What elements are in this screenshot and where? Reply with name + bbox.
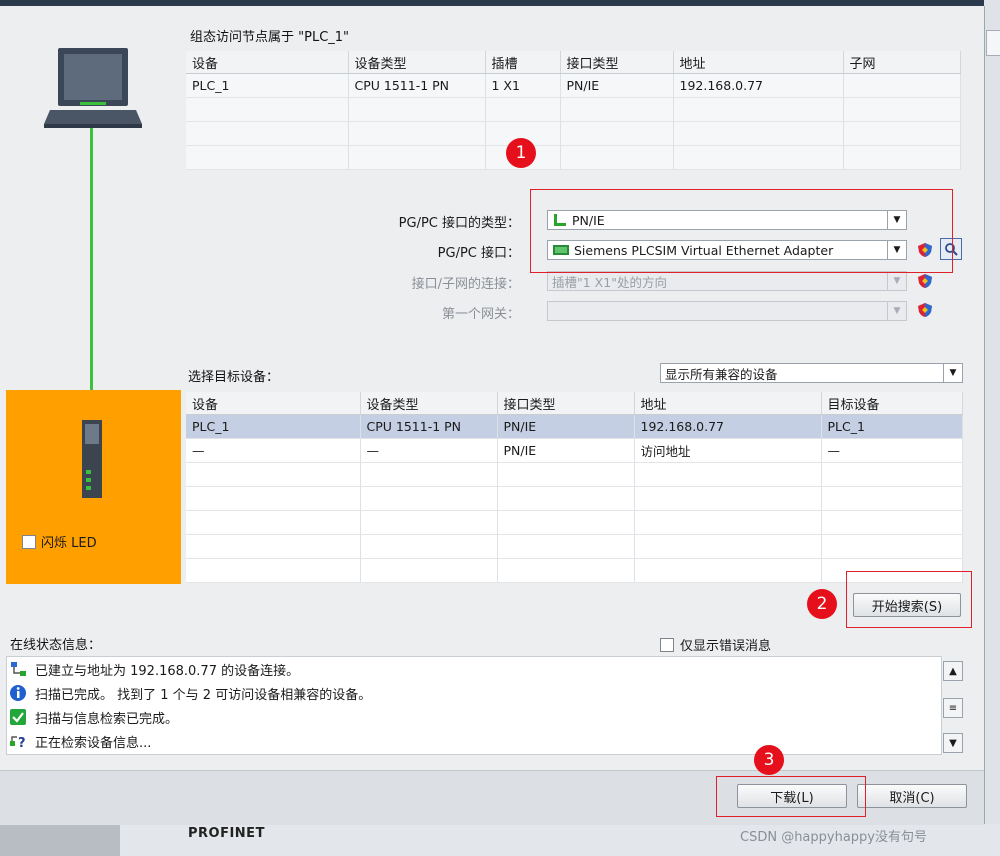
table-row-empty [186,462,963,487]
flash-led-label: 闪烁 LED [41,536,97,551]
list-item: 已建立与地址为 192.168.0.77 的设备连接。 [7,657,941,681]
background-profinet-label: PROFINET [188,826,265,841]
table-cell: CPU 1511-1 PN [348,73,486,98]
security-shield-icon[interactable] [917,302,933,318]
table-cell: — [821,438,963,463]
configured-access-title: 组态访问节点属于 "PLC_1" [190,30,350,45]
column-header: 地址 [634,392,822,415]
scroll-thumb-icon[interactable]: ≡ [943,698,963,718]
check-success-icon [10,709,26,725]
table-cell: — [186,438,361,463]
table-row-selected[interactable]: PLC_1 CPU 1511-1 PN PN/IE 192.168.0.77 P… [186,414,963,439]
device-filter-select[interactable]: 显示所有兼容的设备 ▼ [660,363,963,383]
configured-access-table: 设备 设备类型 插槽 接口类型 地址 子网 PLC_1 CPU 1511-1 P… [186,51,961,170]
plc-device-icon [82,420,102,498]
pc-computer-icon [44,48,142,128]
interface-type-label: PG/PC 接口的类型： [398,216,520,231]
table-cell: PN/IE [560,73,674,98]
background-tab [986,30,1000,56]
list-item: 扫描与信息检索已完成。 [7,705,941,729]
table-row-empty [186,145,961,170]
table-cell: CPU 1511-1 PN [360,414,498,439]
status-message-list: 已建立与地址为 192.168.0.77 的设备连接。 扫描已完成。 找到了 1… [6,656,942,755]
table-cell [843,73,961,98]
column-header: 接口类型 [560,51,674,74]
step-badge-3: 3 [754,745,784,775]
target-device-title: 选择目标设备： [188,370,280,385]
column-header: 设备类型 [348,51,486,74]
network-link-line [90,128,93,428]
status-message: 扫描与信息检索已完成。 [35,711,179,727]
column-header: 子网 [843,51,961,74]
gateway-select[interactable]: ▼ [547,301,907,321]
step-badge-2: 2 [807,589,837,619]
column-header: 设备类型 [360,392,498,415]
step-badge-1: 1 [506,138,536,168]
highlight-box-download [716,776,866,817]
column-header: 接口类型 [497,392,635,415]
status-message: 正在检索设备信息... [35,735,152,751]
scroll-down-button[interactable]: ▼ [943,733,963,753]
chevron-down-icon[interactable]: ▼ [943,364,962,382]
chevron-down-icon[interactable]: ▼ [887,302,906,320]
info-icon [10,685,26,701]
subnet-connection-label: 接口/子网的连接： [411,277,520,292]
device-filter-value: 显示所有兼容的设备 [665,366,778,382]
target-device-header: 设备 设备类型 接口类型 地址 目标设备 [186,392,963,415]
status-message: 已建立与地址为 192.168.0.77 的设备连接。 [35,663,300,679]
errors-only-checkbox[interactable]: 仅显示错误消息 [660,635,771,654]
flash-led-checkbox[interactable]: 闪烁 LED [22,532,97,551]
watermark: CSDN @happyhappy没有句号 [740,830,928,845]
table-row[interactable]: — — PN/IE 访问地址 — [186,438,963,463]
network-connection-icon [11,662,26,676]
list-item: 扫描已完成。 找到了 1 个与 2 可访问设备相兼容的设备。 [7,681,941,705]
target-device-table: 设备 设备类型 接口类型 地址 目标设备 PLC_1 CPU 1511-1 PN… [186,392,963,583]
list-item: ? 正在检索设备信息... [7,729,941,753]
table-row[interactable]: PLC_1 CPU 1511-1 PN 1 X1 PN/IE 192.168.0… [186,73,961,98]
table-row-empty [186,486,963,511]
column-header: 设备 [186,392,361,415]
security-shield-icon[interactable] [917,273,933,289]
highlight-box-interface [530,189,953,273]
background-right-strip [984,0,1000,856]
column-header: 地址 [673,51,844,74]
table-cell: PN/IE [497,438,635,463]
column-header: 设备 [186,51,349,74]
table-row-empty [186,97,961,122]
gateway-label: 第一个网关： [441,307,520,322]
table-cell: — [360,438,498,463]
cancel-button[interactable]: 取消(C) [857,784,967,808]
flash-led-checkbox-box[interactable] [22,534,36,549]
chevron-down-icon[interactable]: ▼ [887,272,906,290]
table-row-empty [186,510,963,535]
table-row-empty [186,534,963,559]
configured-access-header: 设备 设备类型 插槽 接口类型 地址 子网 [186,51,961,74]
table-cell: 192.168.0.77 [673,73,844,98]
errors-only-checkbox-box[interactable] [660,637,674,652]
column-header: 插槽 [485,51,561,74]
highlight-box-search [846,571,972,628]
table-cell: PN/IE [497,414,635,439]
table-cell: 1 X1 [485,73,561,98]
scroll-up-button[interactable]: ▲ [943,661,963,681]
retrieving-info-icon: ? [10,736,26,750]
table-cell: PLC_1 [821,414,963,439]
errors-only-label: 仅显示错误消息 [680,639,772,654]
pgpc-interface-label: PG/PC 接口： [437,246,520,261]
table-cell: PLC_1 [186,414,361,439]
svg-text:?: ? [18,736,26,750]
subnet-connection-value: 插槽"1 X1"处的方向 [552,274,667,290]
subnet-connection-select[interactable]: 插槽"1 X1"处的方向 ▼ [547,271,907,291]
table-cell: 访问地址 [634,438,822,463]
table-row-empty [186,121,961,146]
status-title: 在线状态信息： [10,638,102,653]
column-header: 目标设备 [821,392,963,415]
table-cell: PLC_1 [186,73,349,98]
status-message: 扫描已完成。 找到了 1 个与 2 可访问设备相兼容的设备。 [35,687,372,703]
table-cell: 192.168.0.77 [634,414,822,439]
